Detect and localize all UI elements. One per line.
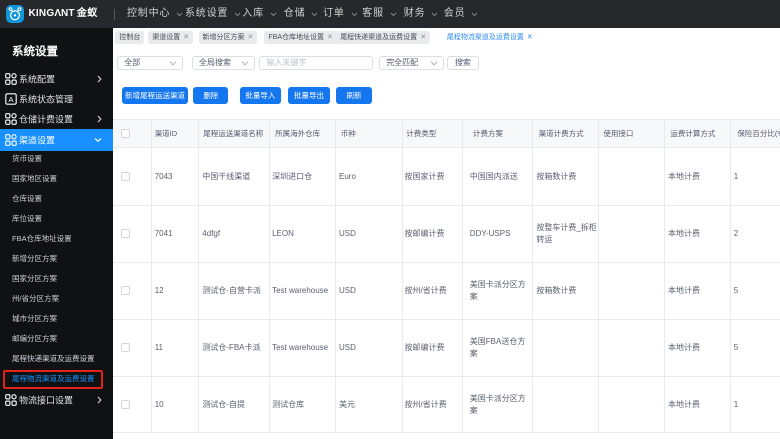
svg-text:A: A xyxy=(8,95,13,104)
